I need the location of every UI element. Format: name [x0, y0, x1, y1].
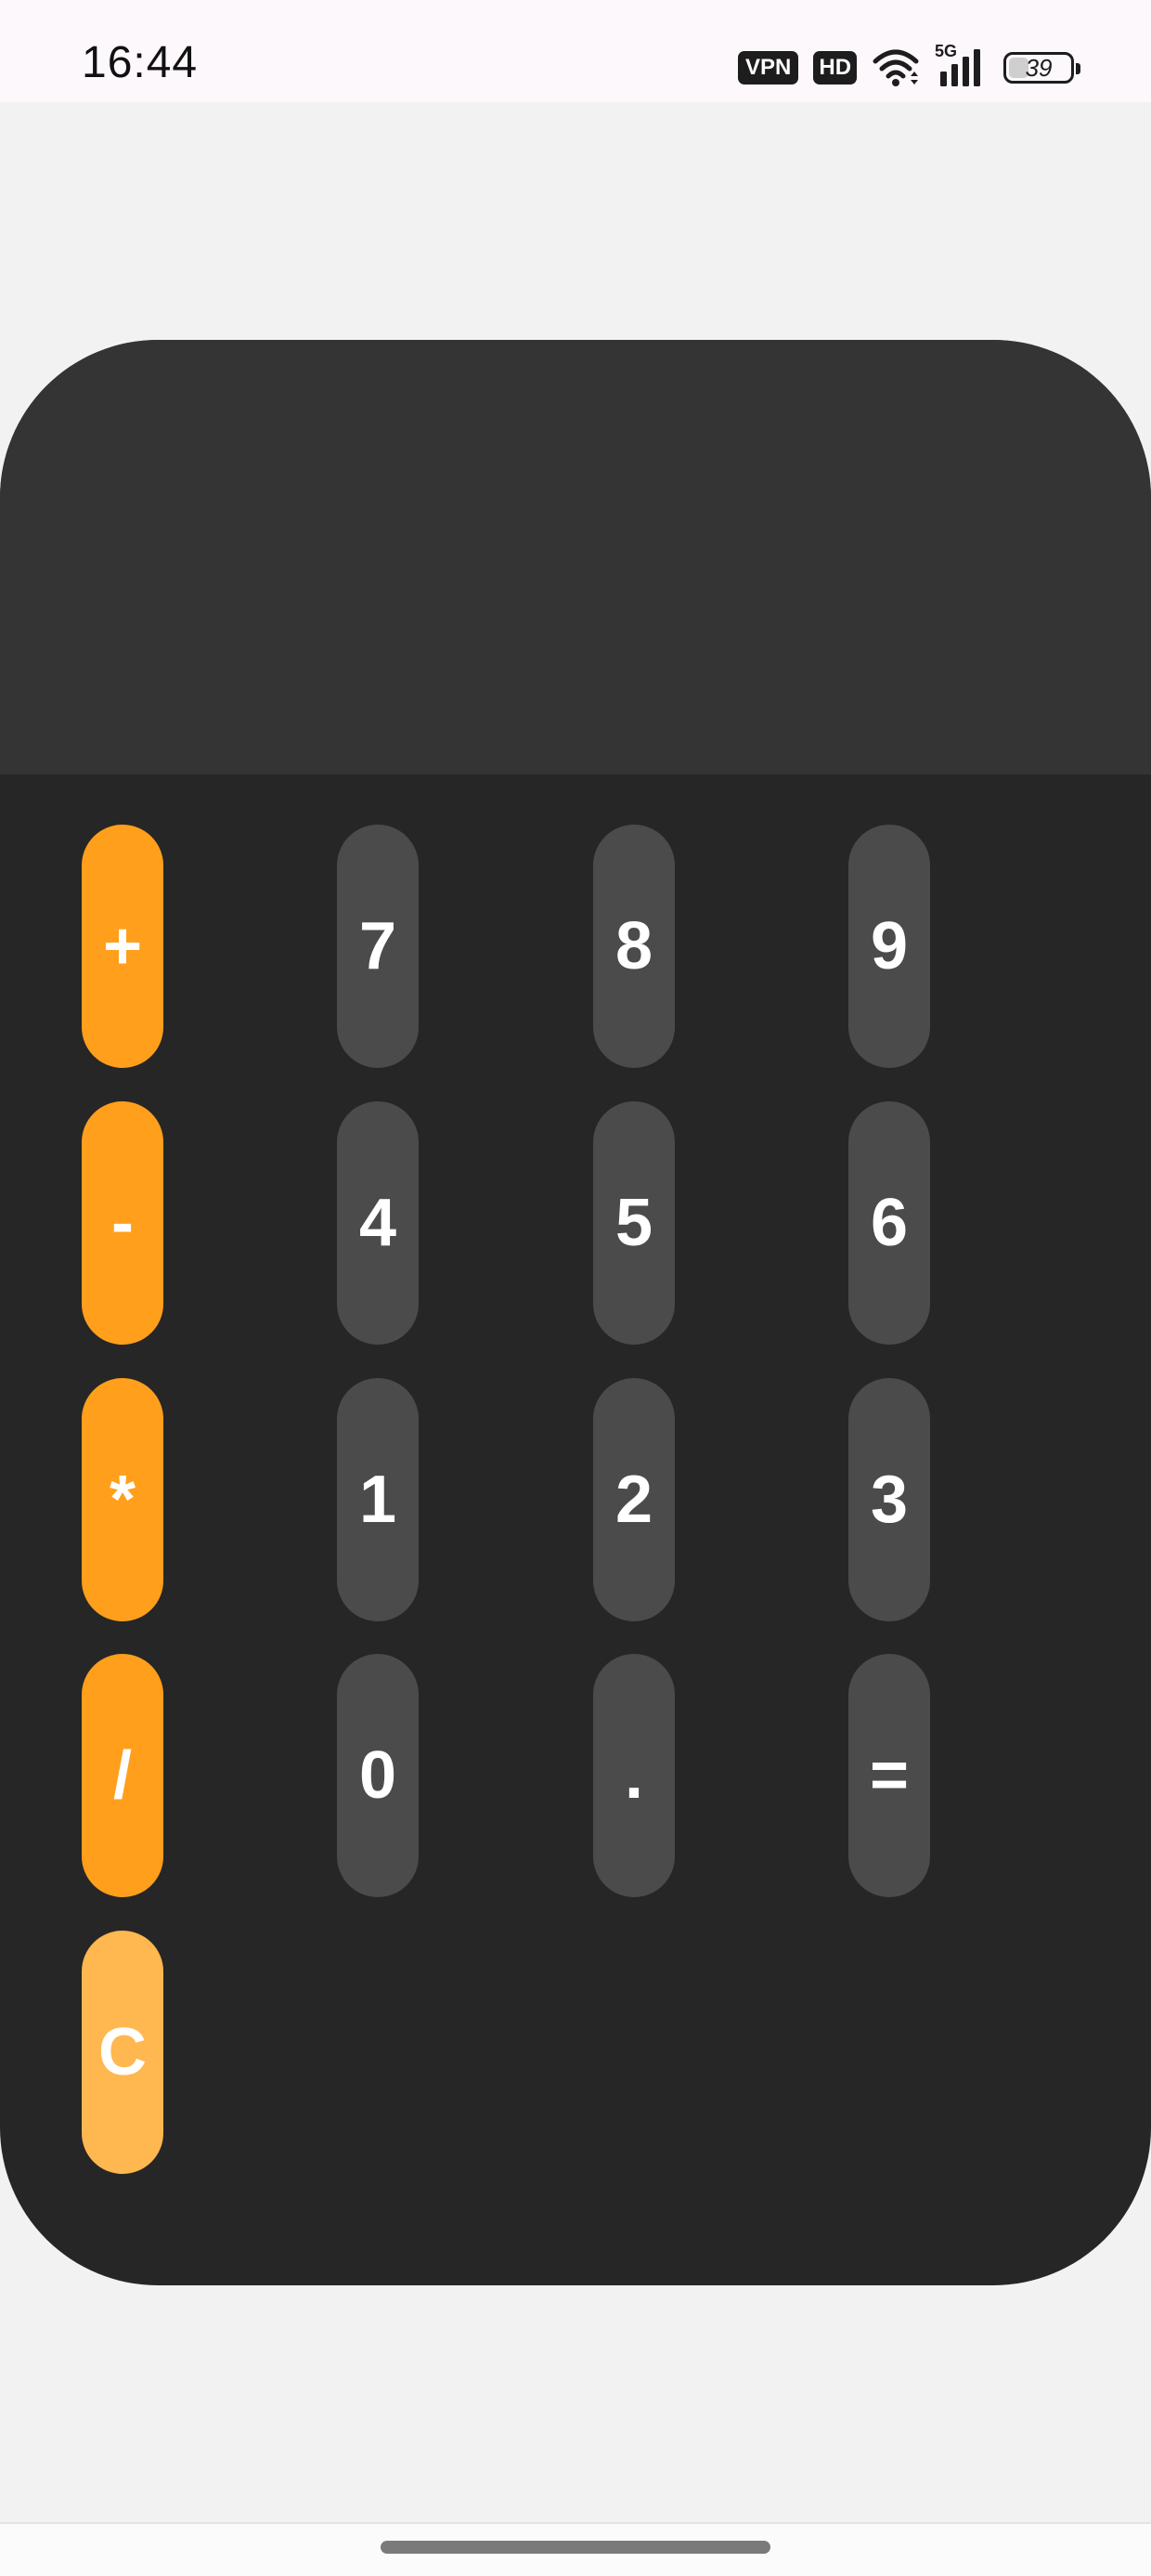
- home-indicator[interactable]: [381, 2541, 770, 2554]
- hd-badge: HD: [813, 51, 858, 85]
- digit-6-button[interactable]: 6: [848, 1101, 930, 1345]
- digit-8-button[interactable]: 8: [593, 825, 675, 1068]
- clear-button[interactable]: C: [82, 1931, 163, 2174]
- digit-3-button[interactable]: 3: [848, 1378, 930, 1621]
- cellular-signal-icon: 5G: [935, 42, 989, 88]
- digit-4-button[interactable]: 4: [337, 1101, 419, 1345]
- decimal-point-button[interactable]: .: [593, 1654, 675, 1897]
- digit-5-button[interactable]: 5: [593, 1101, 675, 1345]
- digit-7-button[interactable]: 7: [337, 825, 419, 1068]
- battery-nub: [1076, 63, 1081, 74]
- status-icons: VPN HD 5G 39: [738, 42, 1081, 89]
- calculator: + 7 8 9 - 4 5 6 * 1 2 3 / 0 . = C: [0, 340, 1151, 2285]
- digit-2-button[interactable]: 2: [593, 1378, 675, 1621]
- digit-1-button[interactable]: 1: [337, 1378, 419, 1621]
- status-time: 16:44: [82, 38, 199, 87]
- status-bar: 16:44 VPN HD 5G 39: [0, 0, 1151, 102]
- keypad: + 7 8 9 - 4 5 6 * 1 2 3 / 0 . = C: [0, 774, 1151, 2285]
- minus-button[interactable]: -: [82, 1101, 163, 1345]
- calculator-display: [0, 340, 1151, 774]
- multiply-button[interactable]: *: [82, 1378, 163, 1621]
- digit-0-button[interactable]: 0: [337, 1654, 419, 1897]
- plus-button[interactable]: +: [82, 825, 163, 1068]
- equals-button[interactable]: =: [848, 1654, 930, 1897]
- vpn-badge: VPN: [738, 51, 799, 85]
- battery-icon: 39: [1003, 52, 1081, 84]
- navigation-bar: [0, 2522, 1151, 2576]
- wifi-icon: [872, 48, 920, 87]
- digit-9-button[interactable]: 9: [848, 825, 930, 1068]
- battery-level: 39: [1025, 53, 1053, 82]
- divide-button[interactable]: /: [82, 1654, 163, 1897]
